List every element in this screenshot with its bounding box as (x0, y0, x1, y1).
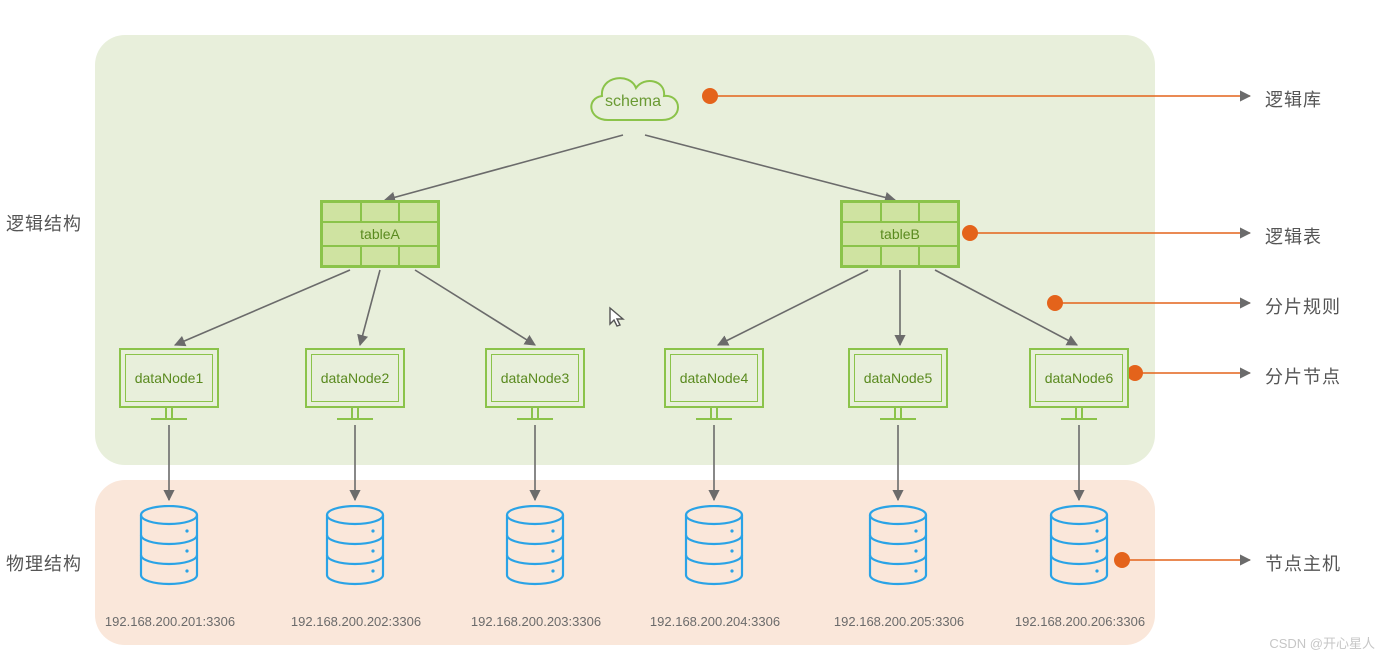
datanode-6-label: dataNode6 (1035, 354, 1123, 402)
db-host-5-icon (866, 505, 930, 587)
datanode-5-icon: dataNode5 (848, 348, 948, 420)
datanode-6-icon: dataNode6 (1029, 348, 1129, 420)
datanode-3-label: dataNode3 (491, 354, 579, 402)
table-a-icon: tableA (320, 200, 440, 268)
legend-rule-label: 分片规则 (1265, 293, 1341, 319)
db-host-1-icon (137, 505, 201, 587)
legend-dot-node (1127, 365, 1143, 381)
db-host-3-label: 192.168.200.203:3306 (466, 614, 606, 629)
table-b-icon: tableB (840, 200, 960, 268)
db-host-6-label: 192.168.200.206:3306 (1010, 614, 1150, 629)
datanode-2-icon: dataNode2 (305, 348, 405, 420)
section-logical-label: 逻辑结构 (6, 210, 86, 236)
legend-table-label: 逻辑表 (1265, 223, 1322, 249)
table-a-label: tableA (322, 222, 438, 246)
legend-dot-schema (702, 88, 718, 104)
schema-cloud-icon: schema (578, 62, 688, 134)
db-host-4-icon (682, 505, 746, 587)
db-host-1-label: 192.168.200.201:3306 (100, 614, 240, 629)
schema-label: schema (605, 93, 661, 110)
legend-dot-rule (1047, 295, 1063, 311)
legend-dot-table (962, 225, 978, 241)
physical-panel (95, 480, 1155, 645)
db-host-2-label: 192.168.200.202:3306 (286, 614, 426, 629)
db-host-5-label: 192.168.200.205:3306 (829, 614, 969, 629)
datanode-2-label: dataNode2 (311, 354, 399, 402)
watermark: CSDN @开心星人 (1269, 633, 1375, 652)
legend-node-label: 分片节点 (1265, 363, 1341, 389)
db-host-4-label: 192.168.200.204:3306 (645, 614, 785, 629)
mouse-cursor-icon (608, 306, 626, 328)
datanode-5-label: dataNode5 (854, 354, 942, 402)
table-b-label: tableB (842, 222, 958, 246)
datanode-3-icon: dataNode3 (485, 348, 585, 420)
legend-schema-label: 逻辑库 (1265, 86, 1322, 112)
datanode-1-label: dataNode1 (125, 354, 213, 402)
datanode-4-label: dataNode4 (670, 354, 758, 402)
db-host-2-icon (323, 505, 387, 587)
legend-host-label: 节点主机 (1265, 550, 1341, 576)
datanode-1-icon: dataNode1 (119, 348, 219, 420)
datanode-4-icon: dataNode4 (664, 348, 764, 420)
db-host-6-icon (1047, 505, 1111, 587)
legend-dot-host (1114, 552, 1130, 568)
db-host-3-icon (503, 505, 567, 587)
section-physical-label: 物理结构 (6, 550, 86, 576)
